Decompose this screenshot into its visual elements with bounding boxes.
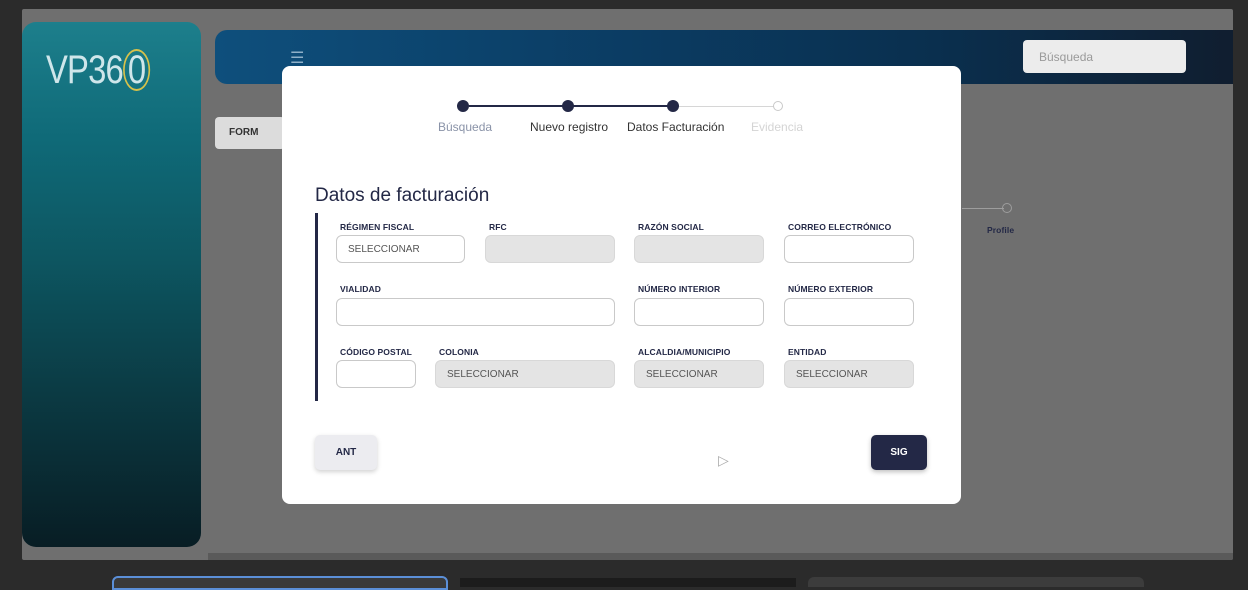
step-dot-busqueda[interactable] bbox=[457, 100, 469, 112]
form-tab[interactable]: FORM bbox=[215, 117, 285, 149]
taskbar bbox=[0, 570, 1248, 590]
razon-social-field[interactable] bbox=[634, 235, 764, 263]
codigo-postal-label: CÓDIGO POSTAL bbox=[340, 347, 412, 357]
app-logo[interactable]: VP36 0 bbox=[46, 48, 151, 93]
billing-modal: Búsqueda Nuevo registro Datos Facturació… bbox=[282, 66, 961, 504]
step-label-nuevo-registro: Nuevo registro bbox=[530, 120, 609, 134]
step-connector bbox=[569, 105, 673, 107]
sidebar: VP36 0 bbox=[22, 22, 201, 547]
step-label-evidencia: Evidencia bbox=[751, 120, 804, 134]
section-title: Datos de facturación bbox=[315, 185, 490, 206]
numero-interior-label: NÚMERO INTERIOR bbox=[638, 284, 721, 294]
email-field[interactable] bbox=[784, 235, 914, 263]
alcaldia-select[interactable]: SELECCIONAR bbox=[634, 360, 764, 388]
colonia-select[interactable]: SELECCIONAR bbox=[435, 360, 615, 388]
codigo-postal-field[interactable] bbox=[336, 360, 416, 388]
step-connector bbox=[469, 105, 569, 107]
alcaldia-label: ALCALDIA/MUNICIPIO bbox=[638, 347, 731, 357]
entidad-select[interactable]: SELECCIONAR bbox=[784, 360, 914, 388]
correo-label: CORREO ELECTRÓNICO bbox=[788, 222, 892, 232]
hamburger-icon[interactable]: ☰ bbox=[290, 48, 304, 68]
step-connector bbox=[673, 106, 777, 107]
mouse-cursor-icon: ▷ bbox=[718, 452, 729, 468]
numero-exterior-label: NÚMERO EXTERIOR bbox=[788, 284, 874, 294]
numero-exterior-field[interactable] bbox=[784, 298, 914, 326]
colonia-label: COLONIA bbox=[439, 347, 479, 357]
rfc-field[interactable] bbox=[485, 235, 615, 263]
numero-interior-field[interactable] bbox=[634, 298, 764, 326]
step-dot-nuevo-registro[interactable] bbox=[562, 100, 574, 112]
search-input[interactable] bbox=[1023, 40, 1186, 73]
taskbar-window-thumb[interactable] bbox=[112, 576, 448, 590]
vialidad-label: VIALIDAD bbox=[340, 284, 381, 294]
entidad-label: ENTIDAD bbox=[788, 347, 827, 357]
vialidad-field[interactable] bbox=[336, 298, 615, 326]
section-accent-bar bbox=[315, 213, 318, 401]
step-label-busqueda: Búsqueda bbox=[438, 120, 493, 134]
taskbar-window-thumb[interactable] bbox=[460, 578, 796, 587]
previous-button[interactable]: ANT bbox=[315, 435, 377, 470]
rfc-label: RFC bbox=[489, 222, 507, 232]
horizontal-scrollbar[interactable] bbox=[208, 553, 1233, 560]
razon-social-label: RAZÓN SOCIAL bbox=[638, 222, 704, 232]
step-label-datos-facturacion: Datos Facturación bbox=[627, 120, 725, 134]
taskbar-window-thumb[interactable] bbox=[808, 577, 1144, 587]
regimen-fiscal-label: RÉGIMEN FISCAL bbox=[340, 222, 415, 232]
step-dot-evidencia[interactable] bbox=[773, 101, 783, 111]
step-dot-datos-facturacion[interactable] bbox=[667, 100, 679, 112]
next-button[interactable]: SIG bbox=[871, 435, 927, 470]
wizard-stepper: Búsqueda Nuevo registro Datos Facturació… bbox=[282, 66, 961, 146]
regimen-fiscal-select[interactable]: SELECCIONAR bbox=[336, 235, 465, 263]
